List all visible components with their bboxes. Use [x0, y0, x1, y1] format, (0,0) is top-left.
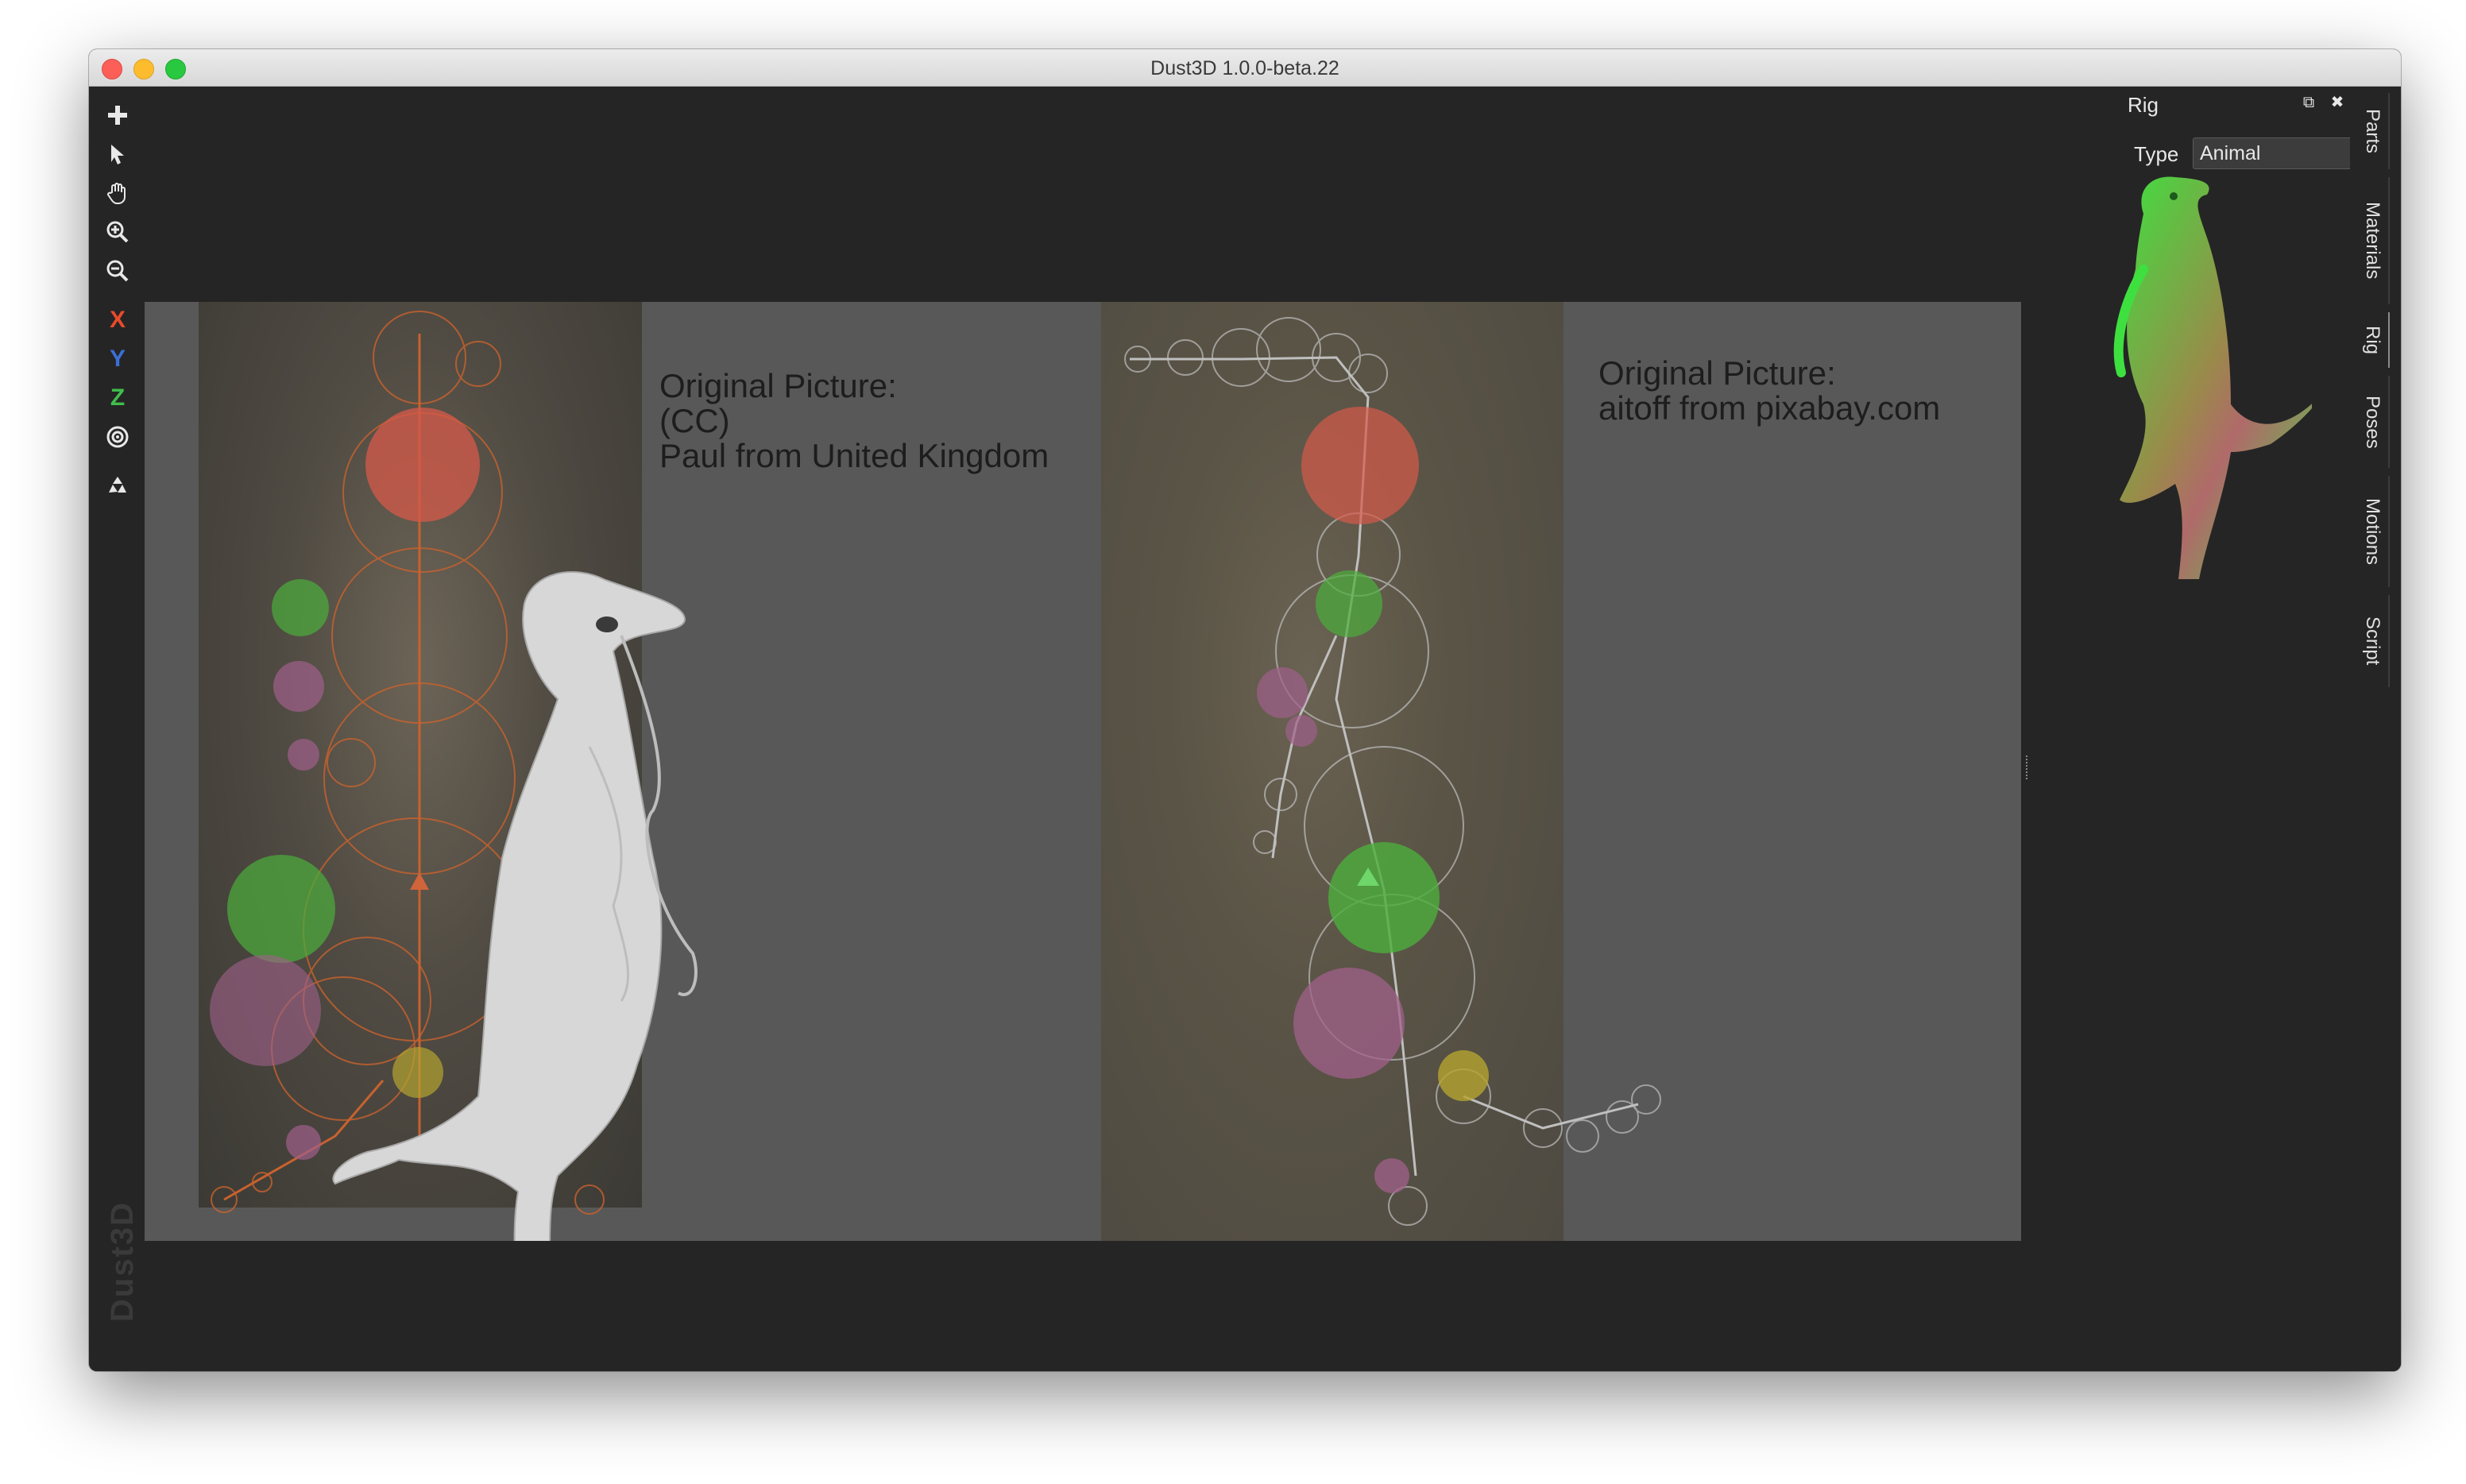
tab-label: Rig	[2362, 325, 2383, 354]
credit-line: Original Picture:	[1598, 354, 1836, 392]
float-panel-icon[interactable]: ⧉	[2299, 93, 2318, 112]
add-icon[interactable]	[100, 98, 135, 133]
title-bar: Dust3D 1.0.0-beta.22	[89, 49, 2401, 87]
model-preview[interactable]	[2096, 166, 2312, 595]
tab-label: Materials	[2362, 202, 2383, 280]
window-title: Dust3D 1.0.0-beta.22	[1150, 57, 1339, 79]
hand-icon[interactable]	[100, 176, 135, 211]
side-tab-bar: Parts Materials Rig Poses Motions Script	[2350, 87, 2401, 1371]
tab-label: Parts	[2362, 108, 2383, 153]
credit-line: aitoff from pixabay.com	[1598, 389, 1941, 427]
tab-label: Script	[2362, 616, 2383, 666]
rig-type-value: Animal	[2200, 142, 2261, 164]
tab-label: Poses	[2362, 395, 2383, 449]
tab-script[interactable]: Script	[2356, 595, 2390, 687]
regenerate-icon[interactable]	[100, 469, 135, 504]
rig-panel-title: Rig	[2128, 93, 2159, 117]
rig-type-label: Type	[2134, 142, 2179, 166]
credit-line: Paul from United Kingdom	[659, 437, 1049, 474]
zoom-in-icon[interactable]	[100, 214, 135, 249]
zoom-out-icon[interactable]	[100, 253, 135, 288]
tab-rig[interactable]: Rig	[2356, 312, 2390, 368]
tab-label: Motions	[2362, 497, 2383, 566]
front-picture-credit: Original Picture: (CC) Paul from United …	[659, 369, 1049, 473]
tab-materials[interactable]: Materials	[2356, 177, 2390, 304]
side-picture-credit: Original Picture: aitoff from pixabay.co…	[1598, 356, 1940, 426]
z-axis-toggle[interactable]: Z	[100, 381, 135, 415]
credit-line: Original Picture:	[659, 367, 897, 404]
y-axis-toggle[interactable]: Y	[100, 342, 135, 377]
reference-canvas[interactable]: Original Picture: (CC) Paul from United …	[145, 302, 2021, 1241]
tab-poses[interactable]: Poses	[2356, 376, 2390, 468]
tool-bar: X Y Z	[97, 98, 138, 508]
side-reference-image	[1101, 302, 1563, 1241]
close-panel-icon[interactable]: ✖	[2328, 93, 2347, 112]
radius-icon[interactable]	[100, 419, 135, 454]
app-window: Dust3D 1.0.0-beta.22 X Y Z Dust3D Origin…	[89, 49, 2401, 1371]
tab-parts[interactable]: Parts	[2356, 93, 2390, 169]
tab-motions[interactable]: Motions	[2356, 476, 2390, 587]
front-reference-image	[199, 302, 642, 1208]
credit-line: (CC)	[659, 402, 730, 439]
x-axis-toggle[interactable]: X	[100, 303, 135, 338]
select-pointer-icon[interactable]	[100, 137, 135, 172]
main-area: X Y Z Dust3D Original Picture: (CC) Paul…	[89, 87, 2401, 1371]
dust3d-watermark: Dust3D	[105, 1200, 140, 1322]
